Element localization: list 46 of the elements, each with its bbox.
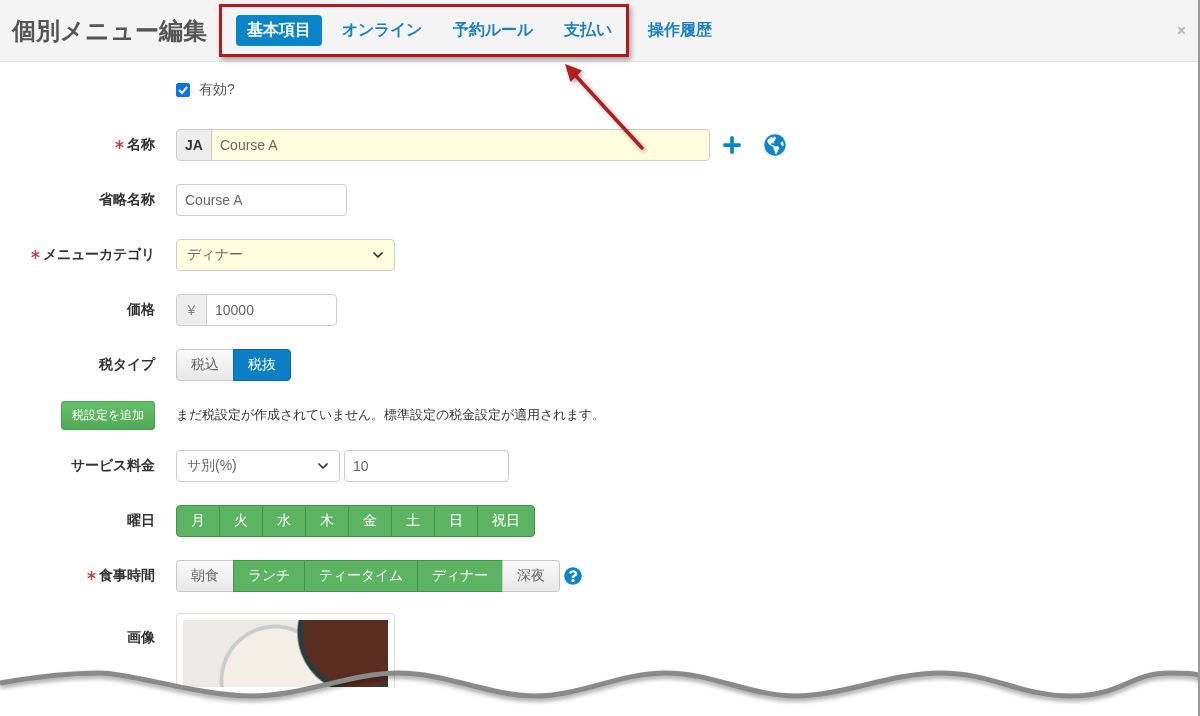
checkbox-label: 有効? (199, 80, 235, 99)
field-label: 画像 (127, 629, 155, 647)
option-button[interactable]: 月 (176, 504, 220, 537)
option-button[interactable]: 金 (348, 504, 392, 537)
field-label: サービス料金 (71, 456, 155, 475)
globe-icon[interactable] (764, 133, 786, 156)
close-icon (1176, 25, 1187, 36)
add-tax-setting-button[interactable]: 税設定を追加 (61, 400, 155, 430)
plus-icon[interactable] (722, 134, 742, 155)
option-button[interactable]: 水 (262, 504, 306, 537)
currency-addon: ¥ (176, 293, 207, 326)
option-button[interactable]: ランチ (233, 559, 305, 592)
text-input[interactable]: Course A (176, 183, 347, 216)
charge-input[interactable]: 10 (344, 449, 509, 482)
option-button[interactable]: 木 (305, 504, 349, 537)
field-label: 食事時間 (99, 566, 155, 585)
tab[interactable]: 基本項目 (236, 15, 322, 46)
info-text: まだ税設定が作成されていません。標準設定の税金設定が適用されます。 (176, 406, 605, 424)
tab[interactable]: 操作履歴 (637, 15, 723, 46)
tab[interactable]: オンライン (331, 15, 433, 46)
tab[interactable]: 予約ルール (442, 15, 544, 46)
field-label: 名称 (127, 135, 155, 154)
category-select[interactable]: ディナー (176, 238, 395, 271)
option-button[interactable]: 朝食 (176, 559, 234, 592)
option-button[interactable]: 税抜 (233, 348, 291, 381)
option-button[interactable]: ティータイム (304, 559, 418, 592)
option-button[interactable]: 土 (391, 504, 435, 537)
option-button[interactable]: 火 (219, 504, 263, 537)
option-button[interactable]: 祝日 (477, 504, 535, 537)
help-icon[interactable] (564, 566, 582, 585)
checkbox[interactable] (176, 82, 190, 97)
field-label: 曜日 (127, 511, 155, 530)
option-button[interactable]: 日 (434, 504, 478, 537)
field-label: メニューカテゴリ (43, 245, 155, 264)
field-label: 税タイプ (99, 355, 155, 374)
charge-type-select[interactable]: サ別(%) (176, 449, 340, 482)
dialog-title: 個別メニュー編集 (12, 15, 207, 46)
name-input[interactable]: Course A (211, 128, 710, 161)
option-button[interactable]: 税込 (176, 348, 234, 381)
option-button[interactable]: ディナー (417, 559, 503, 592)
option-button[interactable]: 深夜 (502, 559, 560, 592)
price-input[interactable]: 10000 (206, 293, 337, 326)
language-addon: JA (176, 128, 212, 161)
field-label: 省略名称 (99, 190, 155, 209)
tab[interactable]: 支払い (553, 15, 623, 46)
field-label: 価格 (127, 300, 155, 319)
